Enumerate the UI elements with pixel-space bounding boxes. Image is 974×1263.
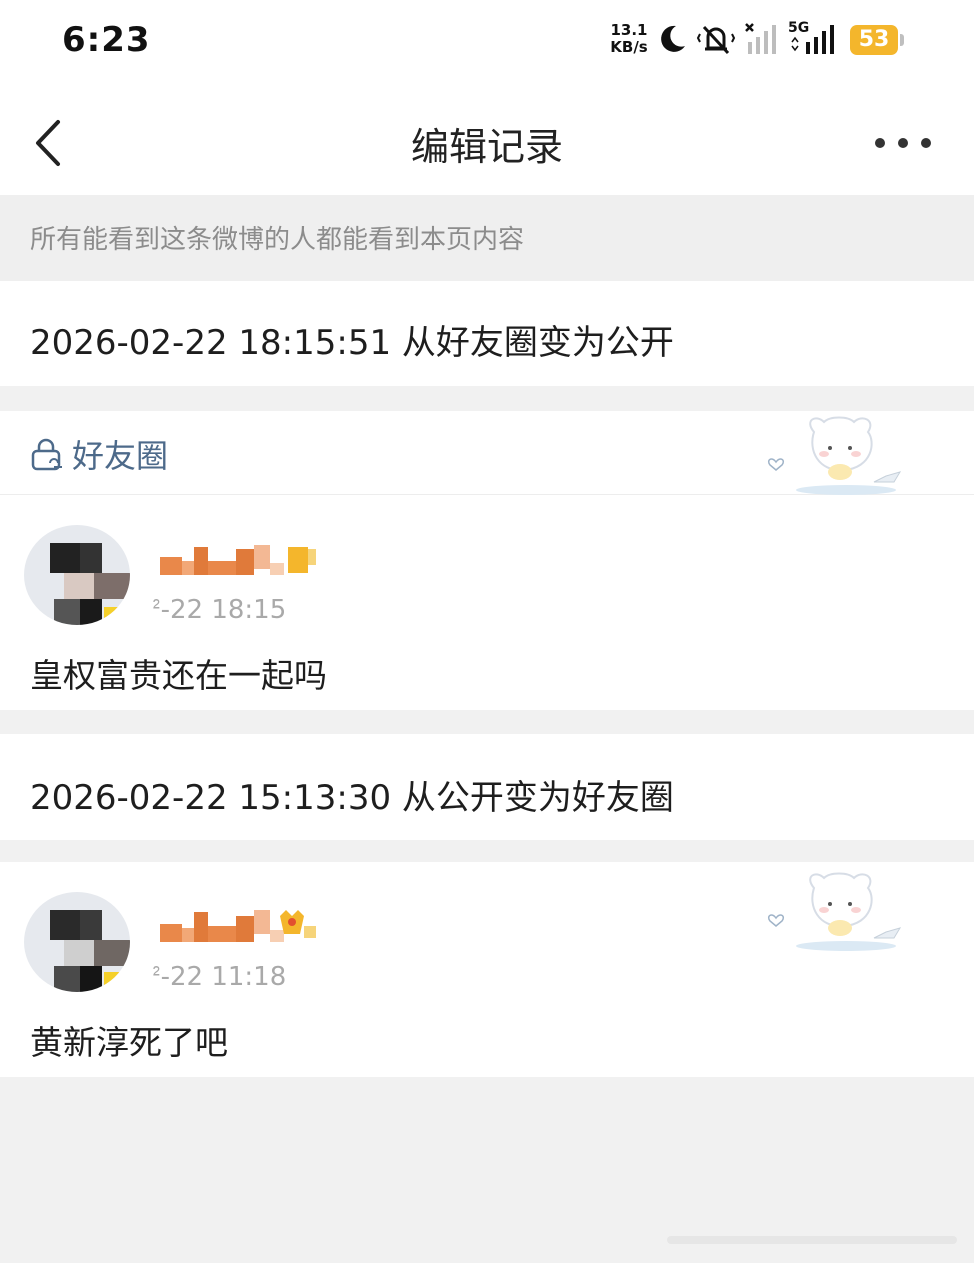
- status-bar: 6:23 13.1 KB/s 5G 53: [0, 0, 974, 88]
- nav-bar: 编辑记录: [0, 88, 974, 195]
- edit-record-item: 2026-02-22 15:13:30 从公开变为好友圈: [0, 734, 974, 840]
- more-options-icon[interactable]: [868, 136, 938, 150]
- record-text: 2026-02-22 18:15:51 从好友圈变为公开: [30, 323, 674, 363]
- bunny-sticker-icon: [767, 416, 902, 495]
- net-speed-unit: KB/s: [610, 38, 648, 56]
- username-redacted[interactable]: [160, 908, 320, 946]
- bunny-sticker-icon: [767, 872, 902, 951]
- user-avatar[interactable]: [24, 892, 130, 992]
- edit-record-item: 2026-02-22 18:15:51 从好友圈变为公开: [0, 281, 974, 386]
- record-text: 2026-02-22 15:13:30 从公开变为好友圈: [30, 778, 674, 818]
- post-content: 皇权富贵还在一起吗: [30, 656, 327, 695]
- net-speed-value: 13.1: [610, 21, 648, 39]
- moon-icon: [661, 25, 685, 52]
- signal-no-sim-icon: [745, 23, 776, 54]
- signal-5g-icon: [791, 25, 834, 54]
- visibility-label: 好友圈: [72, 437, 169, 475]
- visibility-notice: 所有能看到这条微博的人都能看到本页内容: [0, 195, 974, 281]
- friends-circle-lock-icon: [31, 438, 62, 471]
- post-content: 黄新淳死了吧: [30, 1023, 228, 1062]
- notice-text: 所有能看到这条微博的人都能看到本页内容: [30, 225, 525, 255]
- post-time: ᒾ-22 11:18: [152, 962, 287, 992]
- post-time: ᒾ-22 18:15: [152, 595, 287, 625]
- post-card[interactable]: ᒾ-22 18:15 皇权富贵还在一起吗: [0, 495, 974, 710]
- user-avatar[interactable]: [24, 525, 130, 625]
- watermark-strip: [667, 1236, 957, 1244]
- page-title: 编辑记录: [410, 125, 563, 169]
- battery-indicator: 53: [850, 25, 904, 55]
- net-speed: 13.1 KB/s: [606, 22, 652, 56]
- status-time: 6:23: [62, 20, 151, 60]
- mute-vibrate-icon: [696, 25, 736, 55]
- username-redacted[interactable]: [160, 543, 320, 581]
